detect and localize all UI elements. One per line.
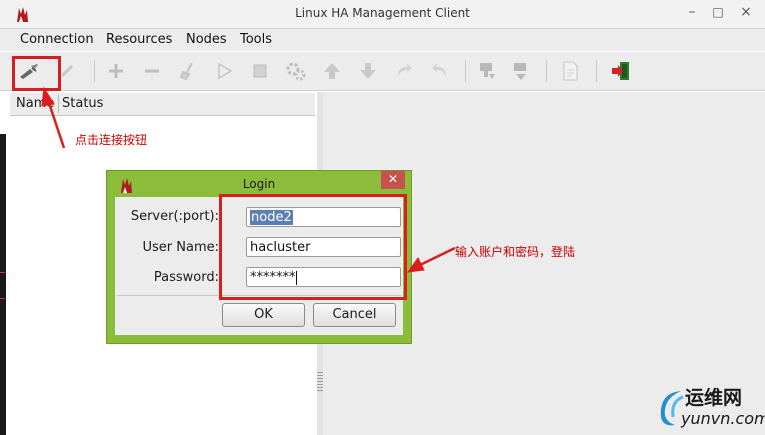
watermark-brand: 运维网 (685, 387, 743, 409)
server-label: Server(:port): (130, 209, 219, 224)
password-label: Password: (153, 270, 219, 285)
toolbar-separator (596, 60, 597, 82)
toolbar-separator (465, 60, 466, 82)
exit-icon[interactable] (610, 60, 632, 82)
menu-bar: Connection Resources Nodes Tools (0, 29, 765, 51)
remove-icon[interactable] (141, 60, 163, 82)
window-title: Linux HA Management Client (295, 6, 470, 20)
menu-tools[interactable]: Tools (240, 32, 272, 47)
menu-resources[interactable]: Resources (106, 32, 172, 47)
move-up-icon[interactable] (321, 60, 343, 82)
start-icon[interactable] (213, 60, 235, 82)
standby-icon[interactable] (476, 60, 498, 82)
watermark-url: yunvn.com (681, 409, 765, 428)
toolbar (0, 52, 765, 91)
close-button[interactable]: × (736, 2, 756, 22)
minimize-button[interactable]: – (682, 2, 702, 22)
column-divider[interactable] (58, 95, 59, 113)
stop-icon[interactable] (249, 60, 271, 82)
migrate-icon[interactable] (393, 60, 415, 82)
unmigrate-icon[interactable] (429, 60, 451, 82)
tree-column-header: Name Status (10, 93, 315, 116)
background-edge-line (0, 272, 5, 273)
column-status[interactable]: Status (62, 96, 103, 111)
username-label: User Name: (142, 240, 220, 255)
active-icon[interactable] (510, 60, 532, 82)
toolbar-separator (94, 60, 95, 82)
menu-nodes[interactable]: Nodes (186, 32, 227, 47)
cleanup-icon[interactable] (177, 60, 199, 82)
dialog-title: Login (242, 177, 276, 191)
credentials-highlight-box (219, 194, 407, 300)
watermark: 运维网 yunvn.com (655, 383, 765, 431)
report-icon[interactable] (559, 60, 581, 82)
login-hint-text: 输入账户和密码，登陆 (455, 245, 576, 259)
menu-connection[interactable]: Connection (20, 32, 94, 47)
title-bar: Linux HA Management Client – □ × (0, 0, 765, 29)
connect-highlight-box (12, 56, 61, 91)
dialog-close-button[interactable]: ✕ (381, 171, 405, 189)
cancel-button[interactable]: Cancel (313, 303, 396, 327)
move-down-icon[interactable] (357, 60, 379, 82)
background-edge-line (0, 298, 5, 299)
column-name[interactable]: Name (16, 96, 54, 111)
ok-button[interactable]: OK (222, 303, 305, 327)
manage-icon[interactable] (285, 60, 307, 82)
connect-hint-text: 点击连接按钮 (75, 133, 148, 147)
add-icon[interactable] (105, 60, 127, 82)
toolbar-separator (546, 60, 547, 82)
background-window-edge (0, 134, 6, 435)
maximize-button[interactable]: □ (708, 2, 728, 22)
